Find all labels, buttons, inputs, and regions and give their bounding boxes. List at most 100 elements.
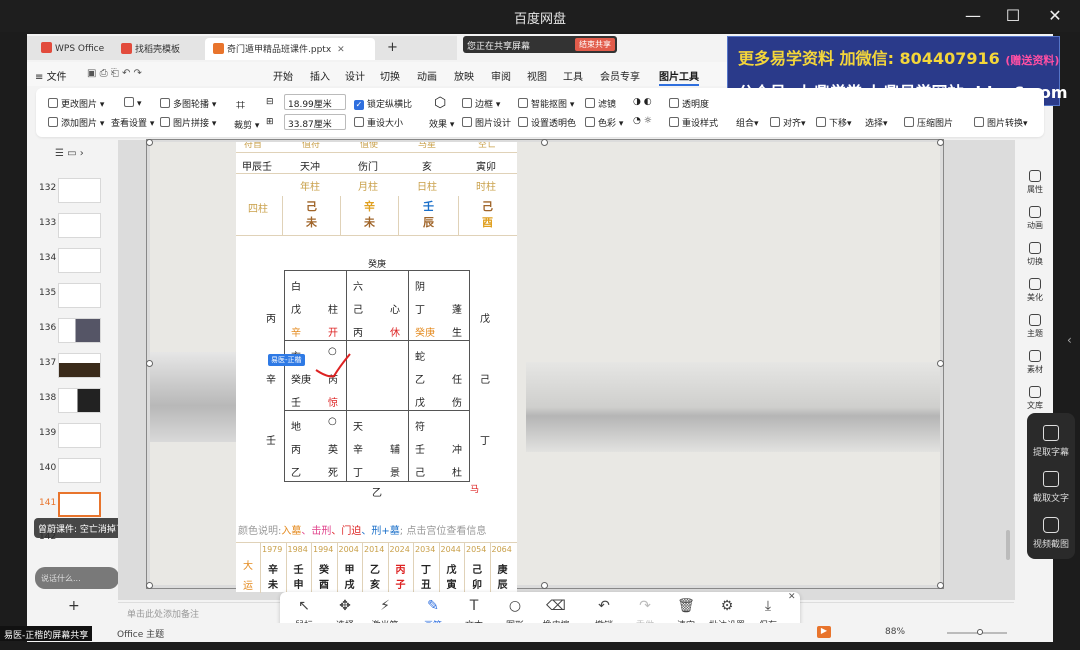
play-slideshow-button[interactable]: ▶ (817, 626, 831, 638)
palace-li[interactable]: 六 己 心 丙 休 (346, 270, 408, 340)
width-input[interactable]: 18.99厘米 (284, 94, 346, 110)
resize-handle[interactable] (937, 582, 944, 589)
resize-handle[interactable] (541, 582, 548, 589)
change-picture-button[interactable]: 更改图片 ▾ (48, 97, 104, 110)
slide-thumb-139[interactable] (58, 423, 101, 448)
luck-year: 2044 (440, 545, 461, 554)
brightness-icons[interactable]: ◑ ◐ (633, 97, 652, 107)
effect-button[interactable]: 效果 ▾ (429, 117, 454, 130)
add-picture-button[interactable]: 添加图片 ▾ (48, 116, 104, 129)
close-tab-icon[interactable]: ✕ (337, 45, 345, 55)
palace-dui[interactable]: 蛇 乙 任 戊 伤 (408, 340, 470, 410)
border-button[interactable]: 边框 ▾ (462, 97, 500, 110)
menu-file[interactable]: ≡ 文件 (35, 68, 67, 83)
filter-button[interactable]: 滤镜 (585, 97, 616, 110)
panel-view-icons[interactable]: ☰ ▭ › (55, 148, 84, 159)
resize-handle[interactable] (937, 360, 944, 367)
slide-thumb-134[interactable] (58, 248, 101, 273)
crop-button[interactable]: 裁剪 ▾ (234, 118, 259, 131)
menu-picture-tools[interactable]: 图片工具 (659, 68, 699, 86)
menu-transition[interactable]: 切换 (380, 68, 400, 83)
extract-subtitles-button[interactable]: 提取字幕 (1027, 425, 1075, 458)
menu-view[interactable]: 视图 (527, 68, 547, 83)
resize-handle[interactable] (541, 139, 548, 146)
four-pillars: 四柱 年柱 月柱 日柱 时柱 己 未 辛 未 壬 辰 己 酉 (236, 174, 517, 236)
group-button[interactable]: 组合▾ (736, 116, 759, 129)
quick-access-icons[interactable]: ▣ ⎙ ⎗ ↶ ↷ (87, 68, 142, 79)
select-button[interactable]: 选择▾ (865, 116, 888, 129)
reset-size-button[interactable]: 重设大小 (354, 116, 403, 129)
picture-design-button[interactable]: 图片设计 (462, 116, 511, 129)
palace-kun[interactable]: 阴 丁 蓬 癸庚 生 (408, 270, 470, 340)
reset-style-button[interactable]: 重设样式 (669, 116, 718, 129)
tab-wps-office[interactable]: WPS Office (33, 38, 112, 60)
resize-handle[interactable] (146, 360, 153, 367)
palace-kan[interactable]: 天 辛 辅 丁 景 (346, 410, 408, 482)
extract-text-button[interactable]: 截取文字 (1027, 471, 1075, 504)
resize-handle[interactable] (146, 139, 153, 146)
menu-review[interactable]: 审阅 (491, 68, 511, 83)
color-button[interactable]: 色彩 ▾ (585, 116, 623, 129)
sidebar-animation[interactable]: 动画 (1017, 206, 1053, 231)
tab-pptx[interactable]: 奇门遁甲精品班课件.pptx ✕ (205, 38, 375, 60)
resize-handle[interactable] (937, 139, 944, 146)
picture-options-icon[interactable]: ▾ (124, 97, 142, 109)
slide-thumb-138[interactable] (58, 388, 101, 413)
effect-icon[interactable]: ⬡ (434, 95, 446, 111)
resize-handle[interactable] (146, 582, 153, 589)
tab-template[interactable]: 找稻壳模板 (113, 38, 188, 60)
add-slide-button[interactable]: + (68, 598, 80, 614)
slide-thumb-133[interactable] (58, 213, 101, 238)
maximize-icon[interactable]: ☐ (998, 6, 1028, 25)
sidebar-beautify[interactable]: 美化 (1017, 278, 1053, 303)
menu-slideshow[interactable]: 放映 (454, 68, 474, 83)
align-button[interactable]: 对齐▾ (770, 116, 806, 129)
sidebar-library[interactable]: 文库 (1017, 386, 1053, 411)
minimize-icon[interactable]: — (958, 6, 988, 25)
convert-picture-button[interactable]: 图片转换▾ (974, 116, 1028, 129)
crop-icon[interactable]: ⌗ (236, 95, 245, 115)
menu-design[interactable]: 设计 (345, 68, 365, 83)
vertical-scrollbar[interactable] (1006, 530, 1010, 560)
view-settings-button[interactable]: 查看设置 ▾ (111, 116, 154, 129)
slide-thumb-136[interactable] (58, 318, 101, 343)
menu-insert[interactable]: 插入 (310, 68, 330, 83)
menu-tools[interactable]: 工具 (563, 68, 583, 83)
picture-puzzle-button[interactable]: 图片拼接 ▾ (160, 116, 216, 129)
menu-home[interactable]: 开始 (273, 68, 293, 83)
close-icon[interactable]: ✕ (1040, 6, 1070, 25)
send-backward-button[interactable]: 下移▾ (816, 116, 852, 129)
menu-member[interactable]: 会员专享 (600, 68, 640, 83)
slide-thumb-135[interactable] (58, 283, 101, 308)
smart-cutout-button[interactable]: 智能抠图 ▾ (518, 97, 574, 110)
menu-animation[interactable]: 动画 (417, 68, 437, 83)
zoom-slider-thumb[interactable] (977, 629, 983, 635)
sidebar-properties[interactable]: 属性 (1017, 170, 1053, 195)
transparency-button[interactable]: 透明度 (669, 97, 709, 110)
luck-stem: 庚 (497, 565, 508, 576)
multi-carousel-button[interactable]: 多图轮播 ▾ (160, 97, 216, 110)
expand-panel-icon[interactable]: ‹ (1067, 333, 1072, 347)
sidebar-material[interactable]: 素材 (1017, 350, 1053, 375)
sidebar-transition[interactable]: 切换 (1017, 242, 1053, 267)
slide-thumb-140[interactable] (58, 458, 101, 483)
contrast-icons[interactable]: ◔ ☼ (633, 116, 652, 126)
lock-ratio-checkbox[interactable]: ✓ 锁定纵横比 (354, 97, 412, 110)
slide-thumb-132[interactable] (58, 178, 101, 203)
set-transparent-button[interactable]: 设置透明色 (518, 116, 576, 129)
compress-picture-button[interactable]: 压缩图片 (904, 116, 953, 129)
close-toolbar-icon[interactable]: ✕ (788, 592, 796, 602)
video-screenshot-button[interactable]: 视频截图 (1027, 517, 1075, 550)
material-icon (1029, 350, 1041, 362)
slide-thumb-137[interactable] (58, 353, 101, 378)
add-tab-button[interactable]: + (379, 38, 406, 60)
sidebar-theme[interactable]: 主题 (1017, 314, 1053, 339)
palace-xun[interactable]: 白 戊 柱 辛 开 (284, 270, 346, 340)
transition-icon (1029, 242, 1041, 254)
slide-number: 137 (39, 358, 57, 368)
slide-thumb-141[interactable] (58, 492, 101, 517)
palace-gen[interactable]: 地 ○ 丙 英 乙 死 (284, 410, 346, 482)
height-input[interactable]: 33.87厘米 (284, 114, 346, 130)
end-share-button[interactable]: 结束共享 (575, 38, 615, 51)
palace-qian[interactable]: 符 壬 冲 己 杜 (408, 410, 470, 482)
